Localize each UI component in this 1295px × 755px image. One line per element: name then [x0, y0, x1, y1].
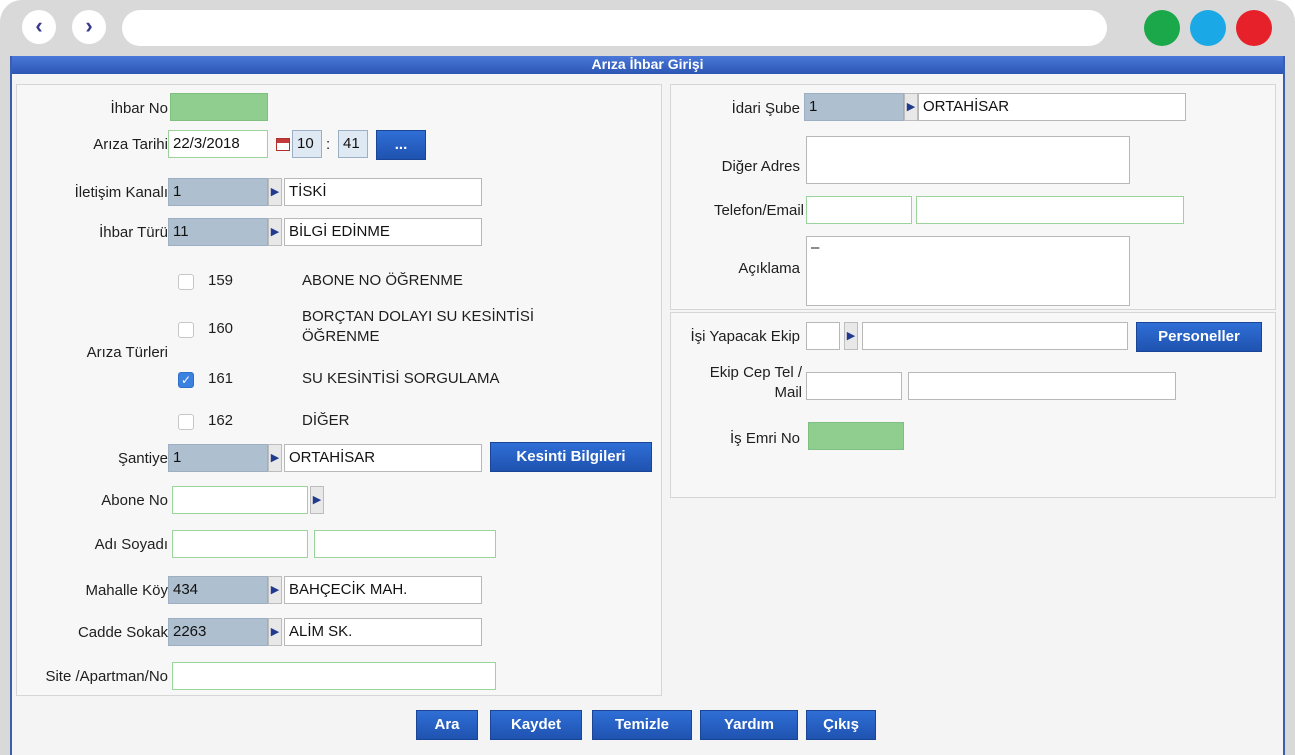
isi-yapacak-ekip-lookup-icon[interactable]: ▶	[844, 322, 858, 350]
forward-icon[interactable]: ›	[72, 10, 106, 44]
mahalle-koy-lookup-icon[interactable]: ▶	[268, 576, 282, 604]
ihbar-no-label: İhbar No	[110, 100, 168, 117]
site-apartman-field[interactable]	[172, 662, 496, 690]
isi-yapacak-ekip-code-field[interactable]	[806, 322, 840, 350]
email-field[interactable]	[916, 196, 1184, 224]
ariza-turu-160-text: BORÇTAN DOLAYI SU KESİNTİSİ	[302, 308, 534, 325]
abone-no-label: Abone No	[101, 492, 168, 509]
yardim-button[interactable]: Yardım	[700, 710, 798, 740]
idari-sube-code-field[interactable]: 1	[804, 93, 904, 121]
ariza-turu-159-checkbox[interactable]	[178, 274, 194, 290]
cadde-sokak-lookup-icon[interactable]: ▶	[268, 618, 282, 646]
ekip-cep-tel-label: Ekip Cep Tel /	[709, 364, 802, 381]
left-panel	[16, 84, 662, 696]
cikis-button[interactable]: Çıkış	[806, 710, 876, 740]
idari-sube-label: İdari Şube	[731, 100, 800, 117]
is-emri-no-label: İş Emri No	[729, 430, 800, 447]
santiye-lookup-icon[interactable]: ▶	[268, 444, 282, 472]
iletisim-kanali-label: İletişim Kanalı	[74, 184, 168, 201]
cadde-sokak-code-field[interactable]: 2263	[168, 618, 268, 646]
ariza-turu-160-checkbox[interactable]	[178, 322, 194, 338]
idari-sube-name-field[interactable]: ORTAHİSAR	[918, 93, 1186, 121]
is-emri-no-field[interactable]	[808, 422, 904, 450]
abone-no-field[interactable]	[172, 486, 308, 514]
ekip-mail-field[interactable]	[908, 372, 1176, 400]
adi-field[interactable]	[172, 530, 308, 558]
kesinti-bilgileri-button[interactable]: Kesinti Bilgileri	[490, 442, 652, 472]
ihbar-turu-label: İhbar Türü	[99, 224, 168, 241]
red-dot-icon[interactable]	[1236, 10, 1272, 46]
isi-yapacak-ekip-name-field[interactable]	[862, 322, 1128, 350]
blue-dot-icon[interactable]	[1190, 10, 1226, 46]
ariza-turu-161-code: 161	[208, 370, 234, 387]
ariza-tarihi-more-button[interactable]: ...	[376, 130, 426, 160]
ariza-turu-162-text: DİĞER	[302, 412, 350, 429]
mahalle-koy-label: Mahalle Köy	[85, 582, 168, 599]
ekip-cep-tel-field[interactable]	[806, 372, 902, 400]
temizle-button[interactable]: Temizle	[592, 710, 692, 740]
ihbar-turu-code-field[interactable]: 11	[168, 218, 268, 246]
ariza-tarihi-label: Arıza Tarihi	[93, 136, 168, 153]
site-apartman-label: Site /Apartman/No	[45, 668, 168, 685]
cadde-sokak-label: Cadde Sokak	[77, 624, 168, 641]
santiye-label: Şantiye	[117, 450, 168, 467]
telefon-email-label: Telefon/Email	[713, 202, 804, 219]
mahalle-koy-name-field[interactable]: BAHÇECİK MAH.	[284, 576, 482, 604]
calendar-icon[interactable]	[276, 138, 290, 151]
mahalle-koy-code-field[interactable]: 434	[168, 576, 268, 604]
browser-frame: ‹ › Arıza İhbar Girişi İhbar No Arıza Ta…	[0, 0, 1295, 755]
ara-button[interactable]: Ara	[416, 710, 478, 740]
ihbar-turu-lookup-icon[interactable]: ▶	[268, 218, 282, 246]
ariza-turleri-label: Arıza Türleri	[86, 344, 168, 361]
iletisim-kanali-code-field[interactable]: 1	[168, 178, 268, 206]
ariza-turu-159-code: 159	[208, 272, 234, 289]
abone-no-lookup-icon[interactable]: ▶	[310, 486, 324, 514]
telefon-field[interactable]	[806, 196, 912, 224]
isi-yapacak-ekip-label: İşi Yapacak Ekip	[690, 328, 800, 345]
ariza-tarihi-minute-field[interactable]: 41	[338, 130, 368, 158]
adi-soyadi-label: Adı Soyadı	[94, 536, 168, 553]
iletisim-kanali-lookup-icon[interactable]: ▶	[268, 178, 282, 206]
kaydet-button[interactable]: Kaydet	[490, 710, 582, 740]
diger-adres-textarea[interactable]	[806, 136, 1130, 184]
idari-sube-lookup-icon[interactable]: ▶	[904, 93, 918, 121]
back-icon[interactable]: ‹	[22, 10, 56, 44]
address-bar[interactable]	[122, 10, 1107, 46]
green-dot-icon[interactable]	[1144, 10, 1180, 46]
aciklama-label: Açıklama	[738, 260, 800, 277]
ariza-turu-159-text: ABONE NO ÖĞRENME	[302, 272, 463, 289]
iletisim-kanali-name-field[interactable]: TİSKİ	[284, 178, 482, 206]
personeller-button[interactable]: Personeller	[1136, 322, 1262, 352]
ekip-mail-label: Mail	[774, 384, 802, 401]
ariza-turu-160-text-line2: ÖĞRENME	[302, 328, 380, 345]
santiye-code-field[interactable]: 1	[168, 444, 268, 472]
santiye-name-field[interactable]: ORTAHİSAR	[284, 444, 482, 472]
ariza-turu-161-text: SU KESİNTİSİ SORGULAMA	[302, 370, 500, 387]
app-window: Arıza İhbar Girişi İhbar No Arıza Tarihi…	[10, 56, 1285, 755]
time-separator: :	[326, 136, 331, 153]
ariza-tarihi-date-field[interactable]: 22/3/2018	[168, 130, 268, 158]
ihbar-no-field[interactable]	[170, 93, 268, 121]
ihbar-turu-name-field[interactable]: BİLGİ EDİNME	[284, 218, 482, 246]
ariza-turu-162-code: 162	[208, 412, 234, 429]
ariza-tarihi-hour-field[interactable]: 10	[292, 130, 322, 158]
ariza-turu-160-code: 160	[208, 320, 234, 337]
ariza-turu-161-checkbox[interactable]: ✓	[178, 372, 194, 388]
cadde-sokak-name-field[interactable]: ALİM SK.	[284, 618, 482, 646]
ariza-turu-162-checkbox[interactable]	[178, 414, 194, 430]
window-title: Arıza İhbar Girişi	[12, 56, 1283, 74]
diger-adres-label: Diğer Adres	[721, 158, 800, 175]
soyadi-field[interactable]	[314, 530, 496, 558]
aciklama-textarea[interactable]: –	[806, 236, 1130, 306]
browser-chrome: ‹ ›	[0, 0, 1295, 56]
